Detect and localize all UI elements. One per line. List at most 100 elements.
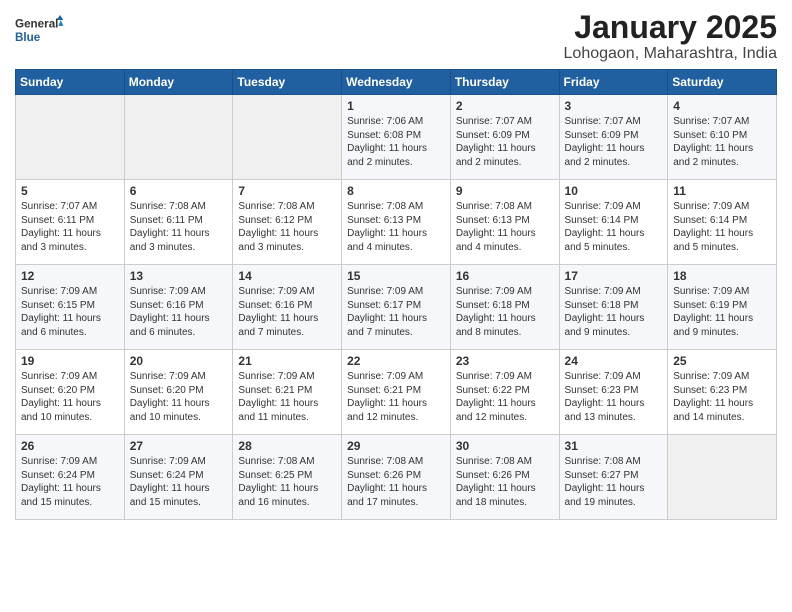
- day-info: Sunrise: 7:06 AMSunset: 6:08 PMDaylight:…: [347, 115, 445, 169]
- table-cell: [16, 95, 125, 180]
- table-cell: 18 Sunrise: 7:09 AMSunset: 6:19 PMDayligh…: [668, 265, 777, 350]
- day-info: Sunrise: 7:09 AMSunset: 6:22 PMDaylight:…: [456, 370, 554, 424]
- day-number: 7: [238, 184, 336, 198]
- day-number: 17: [565, 269, 663, 283]
- day-number: 29: [347, 439, 445, 453]
- day-number: 26: [21, 439, 119, 453]
- day-info: Sunrise: 7:08 AMSunset: 6:12 PMDaylight:…: [238, 200, 336, 254]
- day-info: Sunrise: 7:08 AMSunset: 6:13 PMDaylight:…: [456, 200, 554, 254]
- day-info: Sunrise: 7:09 AMSunset: 6:16 PMDaylight:…: [130, 285, 228, 339]
- day-number: 30: [456, 439, 554, 453]
- table-cell: 30 Sunrise: 7:08 AMSunset: 6:26 PMDayligh…: [450, 435, 559, 520]
- table-cell: 29 Sunrise: 7:08 AMSunset: 6:26 PMDayligh…: [342, 435, 451, 520]
- day-number: 4: [673, 99, 771, 113]
- table-cell: [124, 95, 233, 180]
- day-number: 14: [238, 269, 336, 283]
- day-info: Sunrise: 7:08 AMSunset: 6:26 PMDaylight:…: [456, 455, 554, 509]
- day-info: Sunrise: 7:08 AMSunset: 6:13 PMDaylight:…: [347, 200, 445, 254]
- table-cell: 21 Sunrise: 7:09 AMSunset: 6:21 PMDayligh…: [233, 350, 342, 435]
- day-number: 18: [673, 269, 771, 283]
- day-number: 12: [21, 269, 119, 283]
- day-info: Sunrise: 7:08 AMSunset: 6:26 PMDaylight:…: [347, 455, 445, 509]
- day-number: 31: [565, 439, 663, 453]
- table-cell: 14 Sunrise: 7:09 AMSunset: 6:16 PMDayligh…: [233, 265, 342, 350]
- day-number: 1: [347, 99, 445, 113]
- table-cell: 5 Sunrise: 7:07 AMSunset: 6:11 PMDaylight…: [16, 180, 125, 265]
- day-number: 20: [130, 354, 228, 368]
- calendar-title: January 2025: [564, 10, 777, 45]
- table-cell: 13 Sunrise: 7:09 AMSunset: 6:16 PMDayligh…: [124, 265, 233, 350]
- day-info: Sunrise: 7:09 AMSunset: 6:19 PMDaylight:…: [673, 285, 771, 339]
- day-info: Sunrise: 7:07 AMSunset: 6:09 PMDaylight:…: [565, 115, 663, 169]
- day-info: Sunrise: 7:09 AMSunset: 6:24 PMDaylight:…: [21, 455, 119, 509]
- table-cell: 12 Sunrise: 7:09 AMSunset: 6:15 PMDayligh…: [16, 265, 125, 350]
- calendar-week-row: 19 Sunrise: 7:09 AMSunset: 6:20 PMDayligh…: [16, 350, 777, 435]
- table-cell: 22Sunrise: 7:09 AMSunset: 6:21 PMDayligh…: [342, 350, 451, 435]
- table-cell: 8 Sunrise: 7:08 AMSunset: 6:13 PMDaylight…: [342, 180, 451, 265]
- day-number: 23: [456, 354, 554, 368]
- col-tuesday: Tuesday: [233, 70, 342, 95]
- day-number: 6: [130, 184, 228, 198]
- logo: General Blue: [15, 10, 65, 50]
- day-number: 16: [456, 269, 554, 283]
- day-number: 28: [238, 439, 336, 453]
- calendar-table: Sunday Monday Tuesday Wednesday Thursday…: [15, 69, 777, 520]
- calendar-header-row: Sunday Monday Tuesday Wednesday Thursday…: [16, 70, 777, 95]
- table-cell: 9 Sunrise: 7:08 AMSunset: 6:13 PMDaylight…: [450, 180, 559, 265]
- day-info: Sunrise: 7:07 AMSunset: 6:11 PMDaylight:…: [21, 200, 119, 254]
- day-number: 13: [130, 269, 228, 283]
- table-cell: [668, 435, 777, 520]
- day-info: Sunrise: 7:08 AMSunset: 6:25 PMDaylight:…: [238, 455, 336, 509]
- table-cell: 17Sunrise: 7:09 AMSunset: 6:18 PMDayligh…: [559, 265, 668, 350]
- table-cell: 20 Sunrise: 7:09 AMSunset: 6:20 PMDayligh…: [124, 350, 233, 435]
- table-cell: 4 Sunrise: 7:07 AMSunset: 6:10 PMDaylight…: [668, 95, 777, 180]
- table-cell: 2Sunrise: 7:07 AMSunset: 6:09 PMDaylight…: [450, 95, 559, 180]
- day-info: Sunrise: 7:09 AMSunset: 6:24 PMDaylight:…: [130, 455, 228, 509]
- day-number: 21: [238, 354, 336, 368]
- day-number: 19: [21, 354, 119, 368]
- day-info: Sunrise: 7:09 AMSunset: 6:23 PMDaylight:…: [565, 370, 663, 424]
- table-cell: 3Sunrise: 7:07 AMSunset: 6:09 PMDaylight…: [559, 95, 668, 180]
- calendar-week-row: 26 Sunrise: 7:09 AMSunset: 6:24 PMDayligh…: [16, 435, 777, 520]
- table-cell: [233, 95, 342, 180]
- col-sunday: Sunday: [16, 70, 125, 95]
- col-thursday: Thursday: [450, 70, 559, 95]
- day-info: Sunrise: 7:09 AMSunset: 6:23 PMDaylight:…: [673, 370, 771, 424]
- table-cell: 10 Sunrise: 7:09 AMSunset: 6:14 PMDayligh…: [559, 180, 668, 265]
- day-number: 22: [347, 354, 445, 368]
- title-block: January 2025 Lohogaon, Maharashtra, Indi…: [564, 10, 777, 63]
- day-info: Sunrise: 7:09 AMSunset: 6:16 PMDaylight:…: [238, 285, 336, 339]
- day-number: 9: [456, 184, 554, 198]
- day-number: 8: [347, 184, 445, 198]
- logo-svg: General Blue: [15, 10, 65, 50]
- table-cell: 25 Sunrise: 7:09 AMSunset: 6:23 PMDayligh…: [668, 350, 777, 435]
- col-friday: Friday: [559, 70, 668, 95]
- calendar-week-row: 5 Sunrise: 7:07 AMSunset: 6:11 PMDaylight…: [16, 180, 777, 265]
- table-cell: 16 Sunrise: 7:09 AMSunset: 6:18 PMDayligh…: [450, 265, 559, 350]
- calendar-subtitle: Lohogaon, Maharashtra, India: [564, 45, 777, 63]
- day-number: 10: [565, 184, 663, 198]
- day-number: 25: [673, 354, 771, 368]
- day-number: 24: [565, 354, 663, 368]
- day-number: 5: [21, 184, 119, 198]
- calendar-page: General Blue January 2025 Lohogaon, Maha…: [0, 0, 792, 612]
- table-cell: 15Sunrise: 7:09 AMSunset: 6:17 PMDayligh…: [342, 265, 451, 350]
- table-cell: 23 Sunrise: 7:09 AMSunset: 6:22 PMDayligh…: [450, 350, 559, 435]
- day-info: Sunrise: 7:09 AMSunset: 6:18 PMDaylight:…: [456, 285, 554, 339]
- table-cell: 1 Sunrise: 7:06 AMSunset: 6:08 PMDaylight…: [342, 95, 451, 180]
- day-info: Sunrise: 7:07 AMSunset: 6:09 PMDaylight:…: [456, 115, 554, 169]
- day-info: Sunrise: 7:09 AMSunset: 6:21 PMDaylight:…: [238, 370, 336, 424]
- day-info: Sunrise: 7:09 AMSunset: 6:20 PMDaylight:…: [21, 370, 119, 424]
- col-wednesday: Wednesday: [342, 70, 451, 95]
- day-info: Sunrise: 7:09 AMSunset: 6:14 PMDaylight:…: [565, 200, 663, 254]
- table-cell: 19 Sunrise: 7:09 AMSunset: 6:20 PMDayligh…: [16, 350, 125, 435]
- day-info: Sunrise: 7:09 AMSunset: 6:17 PMDaylight:…: [347, 285, 445, 339]
- day-info: Sunrise: 7:09 AMSunset: 6:20 PMDaylight:…: [130, 370, 228, 424]
- table-cell: 6 Sunrise: 7:08 AMSunset: 6:11 PMDaylight…: [124, 180, 233, 265]
- day-info: Sunrise: 7:09 AMSunset: 6:15 PMDaylight:…: [21, 285, 119, 339]
- day-info: Sunrise: 7:07 AMSunset: 6:10 PMDaylight:…: [673, 115, 771, 169]
- day-info: Sunrise: 7:08 AMSunset: 6:11 PMDaylight:…: [130, 200, 228, 254]
- col-saturday: Saturday: [668, 70, 777, 95]
- day-number: 11: [673, 184, 771, 198]
- day-number: 27: [130, 439, 228, 453]
